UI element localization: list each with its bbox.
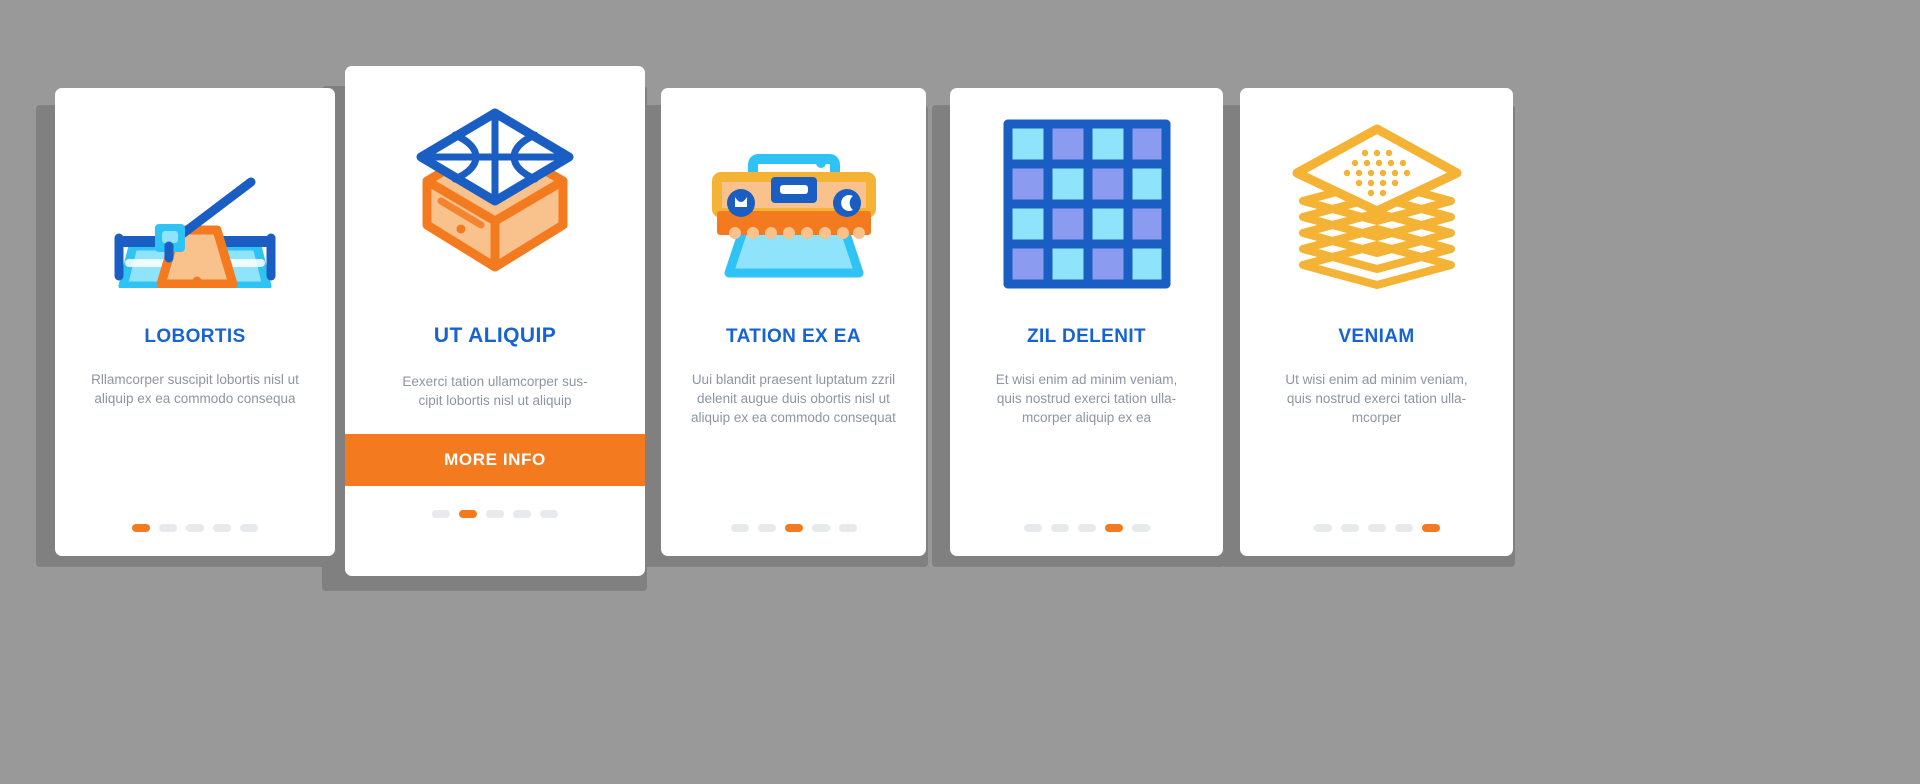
pagination-dot[interactable] [159, 524, 177, 532]
pagination-dot[interactable] [784, 524, 803, 532]
card-description: Ut wisi enim ad minim veniam, quis nostr… [1285, 372, 1468, 425]
pagination-dot[interactable] [1104, 524, 1123, 532]
pagination-dot[interactable] [1340, 524, 1359, 532]
pagination-dot[interactable] [486, 510, 504, 518]
pagination-dot[interactable] [459, 510, 477, 518]
card-title: LOBORTIS [144, 326, 246, 347]
paper-trimmer-icon [55, 88, 335, 318]
pagination-dot[interactable] [213, 524, 231, 532]
pagination-dot[interactable] [132, 524, 150, 532]
card-title: VENIAM [1338, 326, 1415, 347]
more-info-button[interactable]: MORE INFO [345, 434, 645, 486]
pagination-dots[interactable] [55, 524, 335, 556]
pagination-dot[interactable] [811, 524, 830, 532]
pagination-dots[interactable] [1240, 524, 1513, 556]
pagination-dot[interactable] [838, 524, 857, 532]
pagination-dot[interactable] [730, 524, 749, 532]
pagination-dots[interactable] [661, 524, 926, 556]
checker-grid-icon [950, 88, 1223, 318]
stacked-paper-sheets-icon [345, 66, 645, 316]
pagination-dot[interactable] [1367, 524, 1386, 532]
onboarding-card-veniam[interactable]: VENIAM Ut wisi enim ad minim veniam, qui… [1240, 88, 1513, 556]
pagination-dots[interactable] [345, 486, 645, 542]
pagination-dot[interactable] [432, 510, 450, 518]
pagination-dot[interactable] [1313, 524, 1332, 532]
paper-stack-layers-icon [1240, 88, 1513, 318]
card-description: Uui blandit praesent luptatum zzril dele… [691, 372, 896, 425]
pagination-dot[interactable] [513, 510, 531, 518]
card-description: Et wisi enim ad minim veniam, quis nostr… [995, 372, 1178, 425]
pagination-dot[interactable] [1421, 524, 1440, 532]
pagination-dot[interactable] [1131, 524, 1150, 532]
card-description: Rllamcorper suscipit lobortis nisl ut al… [91, 372, 299, 406]
pagination-dot[interactable] [1023, 524, 1042, 532]
pagination-dot[interactable] [1050, 524, 1069, 532]
pagination-dot[interactable] [186, 524, 204, 532]
onboarding-card-zil-delenit[interactable]: ZIL DELENIT Et wisi enim ad minim veniam… [950, 88, 1223, 556]
card-title: ZIL DELENIT [1026, 326, 1147, 347]
pagination-dot[interactable] [540, 510, 558, 518]
pagination-dot[interactable] [1394, 524, 1413, 532]
pagination-dot[interactable] [1077, 524, 1096, 532]
paper-cutting-machine-icon [661, 88, 926, 318]
onboarding-card-tation-ex-ea[interactable]: TATION EX EA Uui blandit praesent luptat… [661, 88, 926, 556]
card-title: UT ALIQUIP [433, 324, 557, 347]
card-title: TATION EX EA [726, 326, 861, 347]
pagination-dots[interactable] [950, 524, 1223, 556]
pagination-dot[interactable] [240, 524, 258, 532]
pagination-dot[interactable] [757, 524, 776, 532]
onboarding-card-lobortis[interactable]: LOBORTIS Rllamcorper suscipit lobortis n… [55, 88, 335, 556]
onboarding-screens-stage: LOBORTIS Rllamcorper suscipit lobortis n… [0, 0, 1920, 784]
onboarding-card-ut-aliquip[interactable]: UT ALIQUIP Eexerci tation ullamcorper su… [345, 66, 645, 576]
card-description: Eexerci tation ullamcorper sus-cipit lob… [402, 374, 588, 408]
